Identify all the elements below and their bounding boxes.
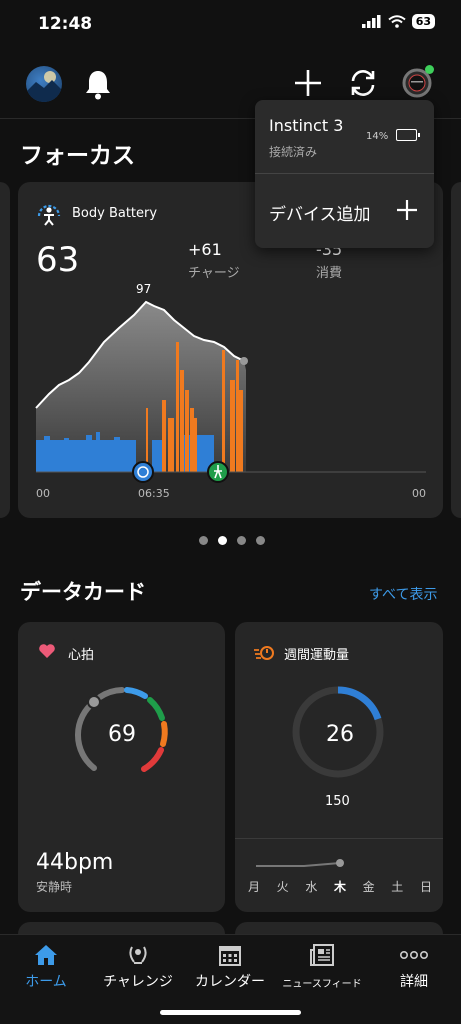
weekly-activity-title: 週間運動量 bbox=[284, 648, 350, 663]
tab-label: ニュースフィード bbox=[282, 979, 362, 990]
battery-icon bbox=[396, 129, 420, 141]
tab-home[interactable]: ホーム bbox=[0, 944, 92, 991]
day-label: 水 bbox=[305, 880, 318, 894]
next-card-peek[interactable] bbox=[451, 182, 461, 518]
body-battery-value: 63 bbox=[36, 240, 80, 280]
day-label: 土 bbox=[391, 880, 404, 894]
activity-icon bbox=[254, 646, 274, 660]
plus-icon[interactable] bbox=[292, 67, 324, 99]
heart-rate-title: 心拍 bbox=[68, 648, 95, 663]
time-label-mid: 06:35 bbox=[138, 487, 170, 500]
section-title-data-cards: データカード bbox=[20, 580, 146, 604]
card-divider bbox=[235, 838, 443, 839]
weekly-progress-line bbox=[256, 859, 344, 867]
status-time: 12:48 bbox=[38, 14, 93, 34]
signal-icon bbox=[361, 15, 381, 28]
device-battery-pct: 14% bbox=[366, 131, 389, 142]
home-indicator bbox=[160, 1010, 301, 1015]
status-icons: 63 bbox=[361, 14, 435, 29]
day-label: 日 bbox=[419, 880, 432, 894]
tab-challenges[interactable]: チャレンジ bbox=[92, 944, 184, 991]
tab-label: カレンダー bbox=[195, 974, 265, 990]
time-label-end: 00 bbox=[412, 487, 426, 500]
page-dot[interactable] bbox=[237, 536, 246, 545]
page-dot[interactable] bbox=[256, 536, 265, 545]
tab-label: 詳細 bbox=[400, 974, 428, 990]
tab-label: チャレンジ bbox=[103, 974, 173, 990]
day-label-current: 木 bbox=[333, 880, 346, 894]
heart-icon bbox=[39, 644, 55, 658]
day-label: 金 bbox=[362, 880, 375, 894]
more-icon bbox=[399, 951, 428, 960]
charge-value: +61 bbox=[188, 240, 222, 259]
section-title-focus: フォーカス bbox=[20, 143, 135, 169]
day-label: 月 bbox=[248, 880, 261, 894]
day-label: 火 bbox=[276, 880, 289, 894]
page-dot[interactable] bbox=[199, 536, 208, 545]
add-device-plus-icon[interactable] bbox=[396, 199, 418, 221]
wifi-icon bbox=[388, 15, 406, 28]
add-device-button[interactable]: デバイス追加 bbox=[269, 200, 371, 225]
device-status: 接続済み bbox=[269, 145, 318, 159]
tab-label: ホーム bbox=[25, 974, 67, 990]
page-indicator[interactable] bbox=[199, 536, 265, 545]
avatar[interactable] bbox=[26, 66, 62, 102]
sync-icon[interactable] bbox=[346, 66, 380, 100]
current-point bbox=[240, 357, 248, 365]
body-battery-title: Body Battery bbox=[72, 206, 158, 221]
weekly-activity-value: 26 bbox=[326, 722, 354, 747]
sleep-marker-icon bbox=[132, 461, 154, 483]
tab-newsfeed[interactable]: ニュースフィード bbox=[276, 944, 368, 990]
laurel-icon bbox=[129, 946, 147, 964]
home-icon bbox=[35, 945, 57, 965]
weekday-row: 月 火 水 木 金 土 日 bbox=[248, 878, 432, 895]
resting-hr-label: 安静時 bbox=[36, 880, 73, 894]
heart-rate-value: 69 bbox=[108, 722, 136, 747]
page-dot-active[interactable] bbox=[218, 536, 227, 545]
weekly-activity-goal: 150 bbox=[325, 794, 350, 809]
charge-label: チャージ bbox=[188, 266, 240, 281]
use-label: 消費 bbox=[316, 266, 343, 281]
tab-more[interactable]: 詳細 bbox=[368, 944, 460, 991]
show-all-link[interactable]: すべて表示 bbox=[369, 584, 437, 604]
body-battery-icon bbox=[37, 204, 61, 226]
time-label-start: 00 bbox=[36, 487, 50, 500]
connected-dot bbox=[425, 65, 434, 74]
dropdown-divider bbox=[255, 173, 434, 174]
news-icon bbox=[310, 944, 334, 966]
bell-icon[interactable] bbox=[84, 68, 112, 100]
resting-hr-value: 44bpm bbox=[36, 850, 114, 875]
body-battery-chart bbox=[35, 300, 426, 483]
device-name[interactable]: Instinct 3 bbox=[269, 116, 343, 135]
calendar-icon bbox=[219, 946, 241, 966]
tab-calendar[interactable]: カレンダー bbox=[184, 944, 276, 991]
prev-card-peek[interactable] bbox=[0, 182, 10, 518]
battery-indicator: 63 bbox=[411, 14, 435, 29]
